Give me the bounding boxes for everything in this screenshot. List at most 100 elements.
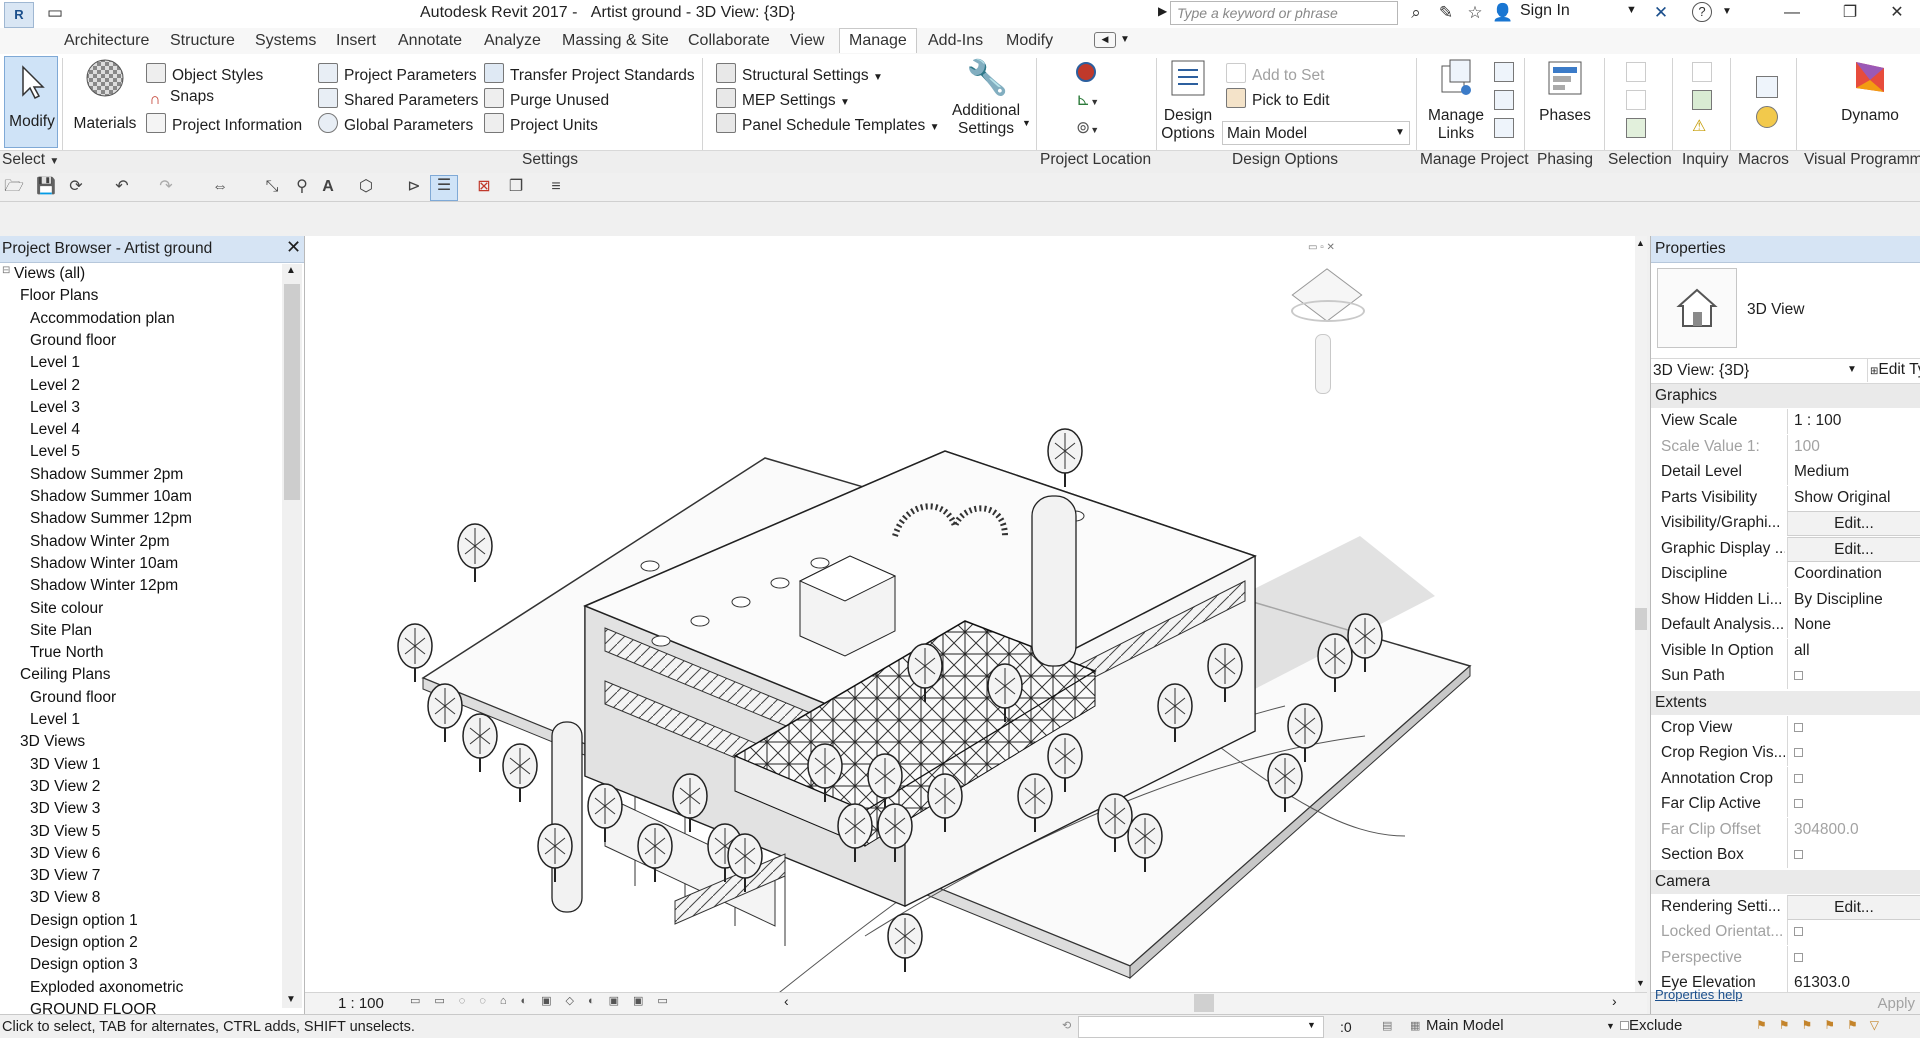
tree-item-3d-view[interactable]: 3D View 1: [30, 756, 100, 774]
expand-arrow-icon[interactable]: ▶: [1158, 4, 1167, 18]
tree-item-floor-plan[interactable]: Level 4: [30, 421, 80, 439]
exchange-apps-icon[interactable]: ✕: [1650, 2, 1672, 24]
property-checkbox[interactable]: [1794, 722, 1803, 732]
manage-links-button[interactable]: Manage Links: [1424, 58, 1488, 143]
property-value[interactable]: None: [1787, 613, 1920, 638]
property-checkbox[interactable]: [1794, 671, 1803, 680]
properties-help-link[interactable]: Properties help: [1655, 987, 1742, 1002]
decal-icon[interactable]: [1494, 90, 1514, 110]
edit-type-button[interactable]: ⊞Edit Ty: [1867, 358, 1920, 382]
view-scale[interactable]: 1 : 100: [338, 995, 384, 1012]
exclude-options-toggle[interactable]: Exclude: [1620, 1017, 1682, 1034]
tree-item-floor-plan[interactable]: Level 3: [30, 399, 80, 417]
close-window-icon[interactable]: ✕: [1874, 0, 1920, 28]
tab-manage[interactable]: Manage: [839, 28, 917, 53]
properties-section-graphics[interactable]: Graphics: [1651, 384, 1920, 408]
restore-icon[interactable]: ❐: [1827, 0, 1873, 28]
ribbon-options-icon[interactable]: ▼: [1120, 34, 1130, 45]
tree-item-3d-view[interactable]: 3D View 7: [30, 867, 100, 885]
tree-item-3d-view[interactable]: Exploded axonometric: [30, 979, 183, 997]
tab-modify[interactable]: Modify: [1006, 32, 1053, 50]
phases-button[interactable]: Phases: [1530, 58, 1600, 125]
property-value[interactable]: [1787, 664, 1920, 689]
macro-security-icon[interactable]: [1756, 106, 1778, 128]
save-selection-icon[interactable]: [1626, 90, 1646, 110]
select-by-id-icon[interactable]: [1626, 62, 1646, 82]
warning-icon[interactable]: ⚠: [1692, 118, 1710, 136]
tree-collapse-icon[interactable]: ⊟: [2, 265, 10, 276]
property-checkbox[interactable]: [1794, 952, 1803, 962]
tree-item-floor-plan[interactable]: True North: [30, 644, 104, 662]
edit-button[interactable]: Edit...: [1787, 511, 1920, 536]
property-value[interactable]: all: [1787, 638, 1920, 664]
tree-group-floor-plans[interactable]: Floor Plans: [20, 287, 98, 305]
minimize-ribbon-icon[interactable]: ◀: [1094, 32, 1116, 48]
tab-view[interactable]: View: [790, 32, 824, 50]
revit-logo-icon[interactable]: R: [4, 2, 34, 28]
tree-item-3d-view[interactable]: 3D View 5: [30, 823, 100, 841]
location-icon[interactable]: [1076, 62, 1096, 82]
tree-item-floor-plan[interactable]: Ground floor: [30, 332, 116, 350]
sync-icon[interactable]: ⟳: [66, 177, 86, 197]
tree-item-floor-plan[interactable]: Shadow Winter 12pm: [30, 577, 178, 595]
design-options-status-icon[interactable]: ▤: [1382, 1019, 1392, 1032]
property-value[interactable]: [1787, 843, 1920, 868]
edit-button[interactable]: Edit...: [1787, 894, 1920, 920]
tab-systems[interactable]: Systems: [255, 32, 316, 50]
view-control-icons[interactable]: ▭▭◌◌⌂◐▣◇◐▣▣▭: [410, 994, 682, 1007]
scroll-left-icon[interactable]: ‹: [784, 993, 789, 1009]
switch-windows-icon[interactable]: ❐: [506, 177, 526, 197]
binoculars-icon[interactable]: ⌕: [1405, 2, 1427, 24]
review-warnings-icon[interactable]: [1692, 90, 1712, 110]
select-panel-dropdown[interactable]: Select ▼: [2, 151, 59, 169]
tree-group-ceiling-plans[interactable]: Ceiling Plans: [20, 666, 110, 684]
horizontal-scrollbar-thumb[interactable]: [1194, 994, 1214, 1012]
text-icon[interactable]: A: [318, 177, 338, 197]
scrollbar-thumb[interactable]: [1635, 608, 1647, 630]
tree-item-3d-view[interactable]: Design option 1: [30, 912, 138, 930]
dropdown-arrow-icon[interactable]: ▼: [1022, 118, 1031, 128]
tree-item-floor-plan[interactable]: Shadow Summer 12pm: [30, 510, 192, 528]
coordinates-icon[interactable]: ⊾▼: [1076, 90, 1099, 110]
property-value[interactable]: [1787, 741, 1920, 766]
tree-item-3d-view[interactable]: Design option 2: [30, 934, 138, 952]
open-folder-icon[interactable]: 🗁: [4, 177, 24, 197]
properties-section-camera[interactable]: Camera: [1651, 869, 1920, 894]
tree-item-floor-plan[interactable]: Site colour: [30, 600, 103, 618]
add-to-set-button[interactable]: Add to Set: [1226, 63, 1324, 85]
design-options-button[interactable]: Design Options: [1160, 58, 1216, 143]
close-icon[interactable]: ✕: [286, 237, 301, 258]
tab-annotate[interactable]: Annotate: [398, 32, 462, 50]
tree-group-3d-views[interactable]: 3D Views: [20, 733, 85, 751]
scroll-up-icon[interactable]: ▲: [286, 265, 296, 276]
property-checkbox[interactable]: [1794, 927, 1803, 936]
property-value[interactable]: [1787, 920, 1920, 945]
macro-manager-icon[interactable]: [1756, 76, 1778, 98]
tree-item-3d-view[interactable]: 3D View 2: [30, 778, 100, 796]
help-dropdown-icon[interactable]: ▼: [1722, 6, 1732, 17]
object-styles-button[interactable]: Object Styles: [146, 63, 263, 85]
edit-button[interactable]: Edit...: [1787, 536, 1920, 562]
undo-icon[interactable]: ↶: [112, 177, 132, 197]
tree-item-floor-plan[interactable]: Level 2: [30, 377, 80, 395]
project-information-button[interactable]: Project Information: [146, 113, 302, 135]
scroll-down-icon[interactable]: ▼: [286, 994, 296, 1005]
view-window-controls-icon[interactable]: ▭ ▫ ✕: [1308, 242, 1335, 253]
navigation-bar[interactable]: [1315, 334, 1331, 394]
close-hidden-windows-icon[interactable]: ⊠: [474, 177, 494, 197]
dynamo-button[interactable]: Dynamo: [1830, 58, 1910, 125]
properties-section-extents[interactable]: Extents: [1651, 690, 1920, 715]
tab-insert[interactable]: Insert: [336, 32, 376, 50]
property-value[interactable]: [1787, 766, 1920, 792]
thin-lines-icon[interactable]: ☰: [430, 175, 458, 201]
scroll-up-icon[interactable]: ▲: [1636, 238, 1645, 248]
favorites-star-icon[interactable]: ☆: [1464, 2, 1486, 24]
tree-item-3d-view[interactable]: Design option 3: [30, 956, 138, 974]
section-icon[interactable]: ⊳: [404, 177, 424, 197]
property-value[interactable]: 100: [1787, 434, 1920, 460]
tree-item-floor-plan[interactable]: Shadow Summer 10am: [30, 488, 192, 506]
scroll-down-icon[interactable]: ▼: [1636, 978, 1645, 988]
chevron-down-icon[interactable]: ▼: [1626, 4, 1637, 16]
modify-button[interactable]: Modify: [4, 56, 58, 148]
link-icon[interactable]: [1494, 62, 1514, 82]
